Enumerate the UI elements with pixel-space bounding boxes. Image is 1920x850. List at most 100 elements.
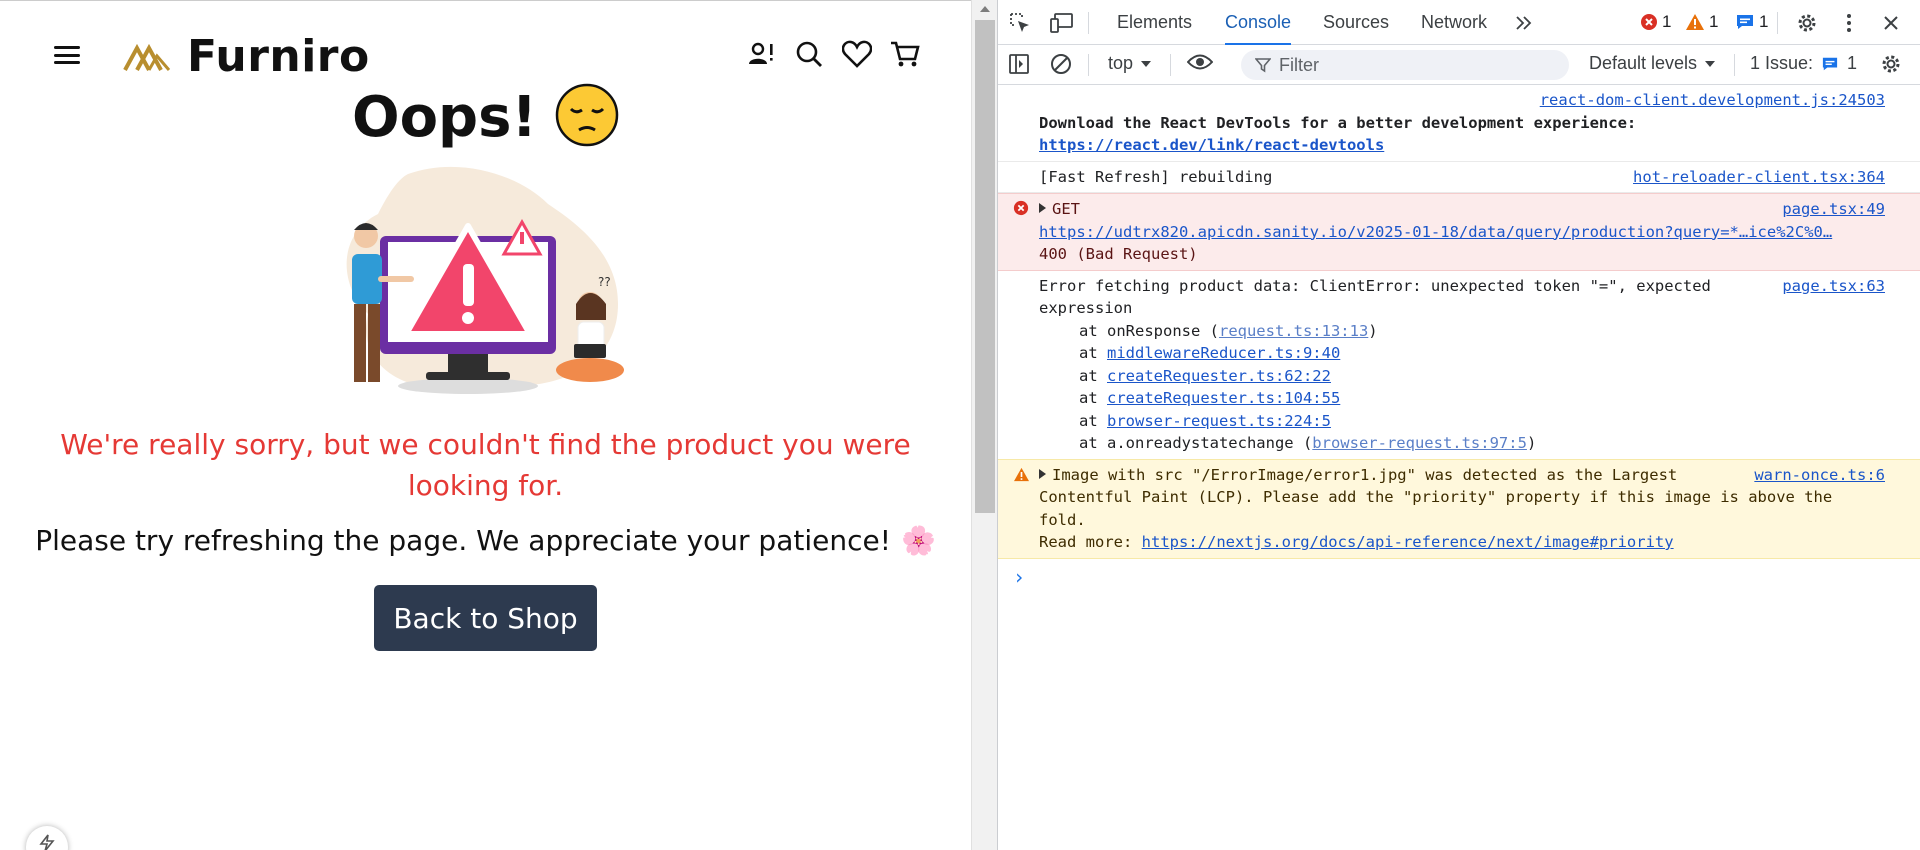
message-source-link[interactable]: page.tsx:49 [1782,198,1885,221]
message-text: [Fast Refresh] rebuilding [1039,167,1273,186]
stack-trace: at onResponse (request.ts:13:13) at middl… [1039,320,1885,455]
oops-title: Oops! [351,85,538,150]
info-count-badge[interactable]: 1 [1735,12,1768,32]
request-url-link[interactable]: https://udtrx820.apicdn.sanity.io/v2025-… [1039,223,1832,241]
brand-logo[interactable]: Furniro [123,31,370,82]
stack-frame-prefix: at [1079,344,1107,362]
tab-console[interactable]: Console [1225,0,1292,45]
filter-funnel-icon [1255,58,1271,73]
console-output: react-dom-client.development.js:24503 Do… [998,85,1920,589]
log-levels-value: Default levels [1589,53,1698,73]
warning-icon [1686,14,1704,30]
stack-frame-prefix: at a.onreadystatechange ( [1079,434,1313,452]
message-source-link[interactable]: hot-reloader-client.tsx:364 [1633,166,1885,189]
stack-frame: at onResponse (request.ts:13:13) [1079,320,1885,343]
stack-frame: at a.onreadystatechange (browser-request… [1079,432,1885,455]
expand-arrow-icon[interactable] [1039,468,1046,479]
stack-frame-prefix: at [1079,411,1107,430]
context-caret-icon [1141,60,1152,67]
stack-frame-link[interactable]: request.ts:13:13 [1219,322,1368,340]
context-selector[interactable]: top [1108,53,1152,74]
message-source-link[interactable]: warn-once.ts:6 [1754,464,1885,487]
stack-frame-prefix: at [1079,366,1107,385]
clear-console-icon[interactable] [1050,53,1072,80]
message-source-link[interactable]: page.tsx:63 [1782,275,1885,298]
close-devtools-icon[interactable] [1879,11,1903,35]
page-scrollbar[interactable] [971,0,997,850]
scroll-up-arrow-icon[interactable] [980,6,990,12]
stack-frame-suffix: ) [1526,434,1537,452]
nextjs-dev-indicator-button[interactable] [26,826,68,850]
console-toolbar: top Filter Default levels 1 Issue: 1 [998,45,1920,85]
issues-label: 1 Issue: [1750,53,1814,73]
console-message-client-error: page.tsx:63 Error fetching product data:… [998,271,1920,459]
stack-frame-link[interactable]: browser-request.ts:97:5 [1312,434,1527,452]
console-settings-gear-icon[interactable] [1880,53,1902,80]
message-text: Download the React DevTools for a better… [1039,113,1637,132]
expand-arrow-icon[interactable] [1039,203,1046,213]
furniro-logo-icon [123,43,171,71]
console-prompt-chevron-icon[interactable]: › [1013,565,1920,589]
message-source-link[interactable]: react-dom-client.development.js:24503 [1540,89,1885,112]
brand-name: Furniro [187,31,370,82]
cart-icon[interactable] [890,39,920,69]
console-filter-input[interactable]: Filter [1241,50,1569,80]
sad-face-icon [555,83,619,152]
error-count: 1 [1662,12,1672,31]
levels-caret-icon [1705,60,1716,67]
error-heading: Oops! [0,83,971,152]
stack-frame: at createRequester.ts:104:55 [1079,387,1885,410]
devtools-toolbar: Elements Console Sources Network 1 1 1 [998,0,1920,45]
stack-frame-prefix: at [1079,389,1107,407]
tab-sources[interactable]: Sources [1323,0,1389,45]
console-message-fast-refresh: hot-reloader-client.tsx:364 [Fast Refres… [998,162,1920,193]
scrollbar-thumb[interactable] [975,20,995,513]
message-text: Error fetching product data: ClientError… [1039,276,1711,295]
settings-gear-icon[interactable] [1795,11,1819,35]
live-expression-eye-icon[interactable] [1186,53,1214,76]
nextjs-docs-link[interactable]: https://nextjs.org/docs/api-reference/ne… [1142,533,1674,551]
user-alert-icon[interactable] [746,39,776,69]
tab-network[interactable]: Network [1421,0,1487,45]
heart-icon[interactable] [842,39,872,69]
console-message-devtools: react-dom-client.development.js:24503 Do… [998,85,1920,162]
message-icon [1737,15,1753,29]
filter-placeholder: Filter [1279,54,1319,75]
search-icon[interactable] [794,39,824,69]
back-to-shop-button[interactable]: Back to Shop [374,585,597,651]
more-tabs-chevron-icon[interactable] [1512,11,1536,35]
warning-text-3: fold. [1039,510,1086,529]
stack-frame-link[interactable]: middlewareReducer.ts:9:40 [1107,344,1340,362]
stack-frame: at createRequester.ts:62:22 [1079,365,1885,388]
stack-frame-link[interactable]: browser-request.ts:224:5 [1107,412,1331,430]
stack-frame-link[interactable]: createRequester.ts:104:55 [1107,389,1340,407]
log-levels-dropdown[interactable]: Default levels [1589,53,1716,74]
read-more-label: Read more: [1039,533,1133,551]
error-icon [1641,14,1657,30]
device-toolbar-icon[interactable] [1050,11,1074,35]
error-circle-icon [1013,200,1029,223]
browser-page: Furniro Oops! ?? We're really sorry, but… [0,0,971,850]
warning-text-1: Image with src "/ErrorImage/error1.jpg" … [1052,465,1678,484]
error-count-badge[interactable]: 1 [1640,12,1671,32]
more-options-icon[interactable] [1837,11,1861,35]
info-count: 1 [1759,12,1769,31]
issues-button[interactable]: 1 Issue: 1 [1750,53,1857,74]
devtools-panel: Elements Console Sources Network 1 1 1 t… [997,0,1920,850]
show-sidebar-icon[interactable] [1008,53,1030,80]
inspect-element-icon[interactable] [1008,11,1032,35]
warning-text-2: Contentful Paint (LCP). Please add the "… [1039,488,1833,506]
hamburger-menu-icon[interactable] [54,43,80,67]
stack-frame-link[interactable]: createRequester.ts:62:22 [1107,367,1331,385]
react-devtools-link[interactable]: https://react.dev/link/react-devtools [1039,136,1384,154]
warning-count-badge[interactable]: 1 [1685,12,1718,32]
error-message: We're really sorry, but we couldn't find… [60,428,911,502]
console-message-lcp-warning: warn-once.ts:6 Image with src "/ErrorIma… [998,458,1920,559]
nav-icons [746,39,920,69]
stack-frame: at browser-request.ts:224:5 [1079,410,1885,433]
request-method: GET [1052,200,1080,218]
stack-frame-prefix: at onResponse ( [1079,321,1219,340]
issue-message-icon [1822,57,1838,70]
tab-elements[interactable]: Elements [1117,0,1192,45]
flower-emoji: 🌸 [900,524,936,557]
